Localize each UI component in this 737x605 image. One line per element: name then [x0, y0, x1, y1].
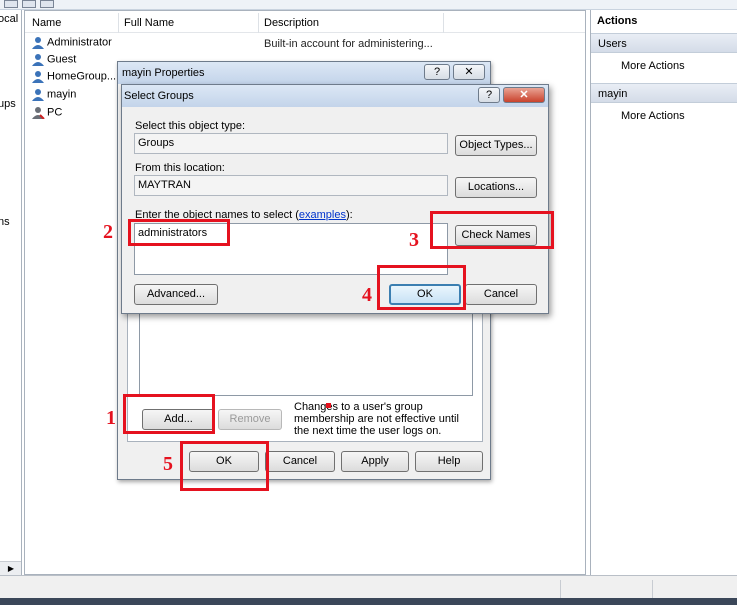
user-icon	[31, 53, 45, 66]
user-icon	[31, 70, 45, 83]
user-icon	[31, 106, 45, 120]
annotation-number: 2	[103, 221, 113, 243]
cursor-dot	[326, 403, 331, 408]
list-item[interactable]: HomeGroup...	[31, 70, 116, 87]
list-item[interactable]: Administrator	[31, 36, 112, 53]
object-type-label: Select this object type:	[135, 120, 246, 132]
column-header-description[interactable]: Description	[264, 17, 319, 29]
list-item[interactable]: PC	[31, 106, 62, 123]
location-label: From this location:	[135, 162, 225, 174]
remove-button: Remove	[218, 409, 282, 430]
user-icon	[31, 88, 45, 101]
column-header-name[interactable]: Name	[32, 17, 61, 29]
column-divider[interactable]	[118, 13, 119, 33]
top-toolbar-strip	[0, 0, 737, 10]
annotation-number: 5	[163, 453, 173, 475]
user-name: Administrator	[47, 36, 112, 49]
more-actions-link[interactable]: More Actions	[621, 108, 685, 124]
annotation-box-check-names	[430, 211, 554, 249]
close-icon[interactable]: ✕	[453, 64, 485, 80]
annotation-number: 3	[409, 229, 419, 251]
actions-title: Actions	[597, 15, 638, 27]
help-button[interactable]: Help	[415, 451, 483, 472]
list-header: Name Full Name Description	[25, 13, 585, 33]
membership-note: Changes to a user's group membership are…	[294, 401, 459, 437]
scroll-right-arrow[interactable]: ▶	[0, 561, 21, 575]
locations-button[interactable]: Locations...	[455, 177, 537, 198]
tree-item-other[interactable]: ns	[0, 216, 10, 228]
actions-section-mayin[interactable]: mayin	[591, 83, 737, 103]
tree-item-groups[interactable]: ups	[0, 98, 16, 110]
toolbar-button[interactable]	[40, 0, 54, 8]
actions-pane: Actions Users More Actions mayin More Ac…	[590, 10, 737, 575]
advanced-button[interactable]: Advanced...	[134, 284, 218, 305]
annotation-box-add	[123, 394, 215, 434]
user-icon	[31, 36, 45, 49]
help-icon[interactable]: ?	[478, 87, 500, 103]
annotation-box-select-ok	[377, 265, 466, 310]
cancel-button[interactable]: Cancel	[265, 451, 335, 472]
object-type-field: Groups	[134, 133, 448, 154]
column-divider[interactable]	[443, 13, 444, 33]
actions-section-users[interactable]: Users	[591, 33, 737, 53]
tree-item-local[interactable]: ocal	[0, 13, 18, 25]
status-divider	[652, 580, 653, 598]
annotation-number: 4	[362, 284, 372, 306]
cancel-button[interactable]: Cancel	[465, 284, 537, 305]
user-name: mayin	[47, 88, 77, 101]
apply-button[interactable]: Apply	[341, 451, 409, 472]
taskbar	[0, 598, 737, 605]
column-header-full-name[interactable]: Full Name	[124, 17, 174, 29]
location-field: MAYTRAN	[134, 175, 448, 196]
toolbar-button[interactable]	[22, 0, 36, 8]
examples-link[interactable]: examples	[299, 209, 346, 221]
user-name: PC	[47, 106, 63, 119]
annotation-number: 1	[106, 407, 116, 429]
console-tree: ocal ups ns ▶	[0, 10, 22, 575]
more-actions-link[interactable]: More Actions	[621, 58, 685, 74]
list-item[interactable]: Guest	[31, 53, 76, 70]
toolbar-button[interactable]	[4, 0, 18, 8]
object-types-button[interactable]: Object Types...	[455, 135, 537, 156]
user-name: HomeGroup...	[47, 70, 117, 83]
object-names-label-end: ):	[345, 209, 353, 221]
list-item[interactable]: mayin	[31, 88, 76, 105]
user-description: Built-in account for administering...	[264, 38, 433, 50]
dialog-title: Select Groups	[124, 90, 194, 102]
user-name: Guest	[47, 53, 77, 66]
status-divider	[560, 580, 561, 598]
annotation-box-properties-ok	[180, 441, 269, 491]
close-icon[interactable]: ✕	[503, 87, 545, 103]
annotation-box-names	[128, 219, 230, 246]
help-icon[interactable]: ?	[424, 64, 450, 80]
dialog-title: mayin Properties	[122, 67, 205, 79]
column-divider[interactable]	[258, 13, 259, 33]
select-groups-dialog: Select Groups ? ✕ Select this object typ…	[121, 84, 549, 314]
